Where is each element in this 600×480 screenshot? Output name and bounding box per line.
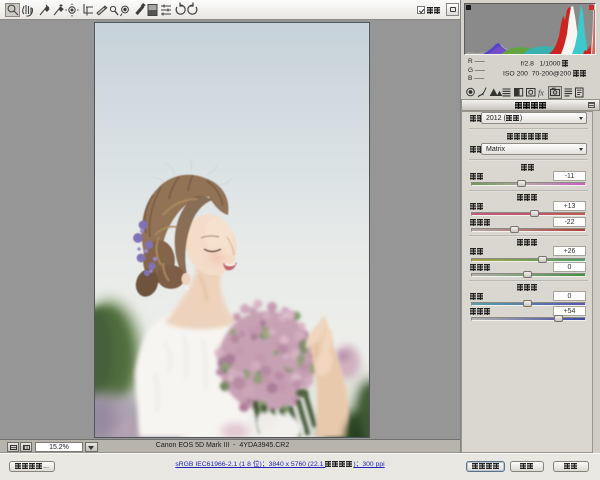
svg-text:fx: fx (538, 89, 544, 98)
